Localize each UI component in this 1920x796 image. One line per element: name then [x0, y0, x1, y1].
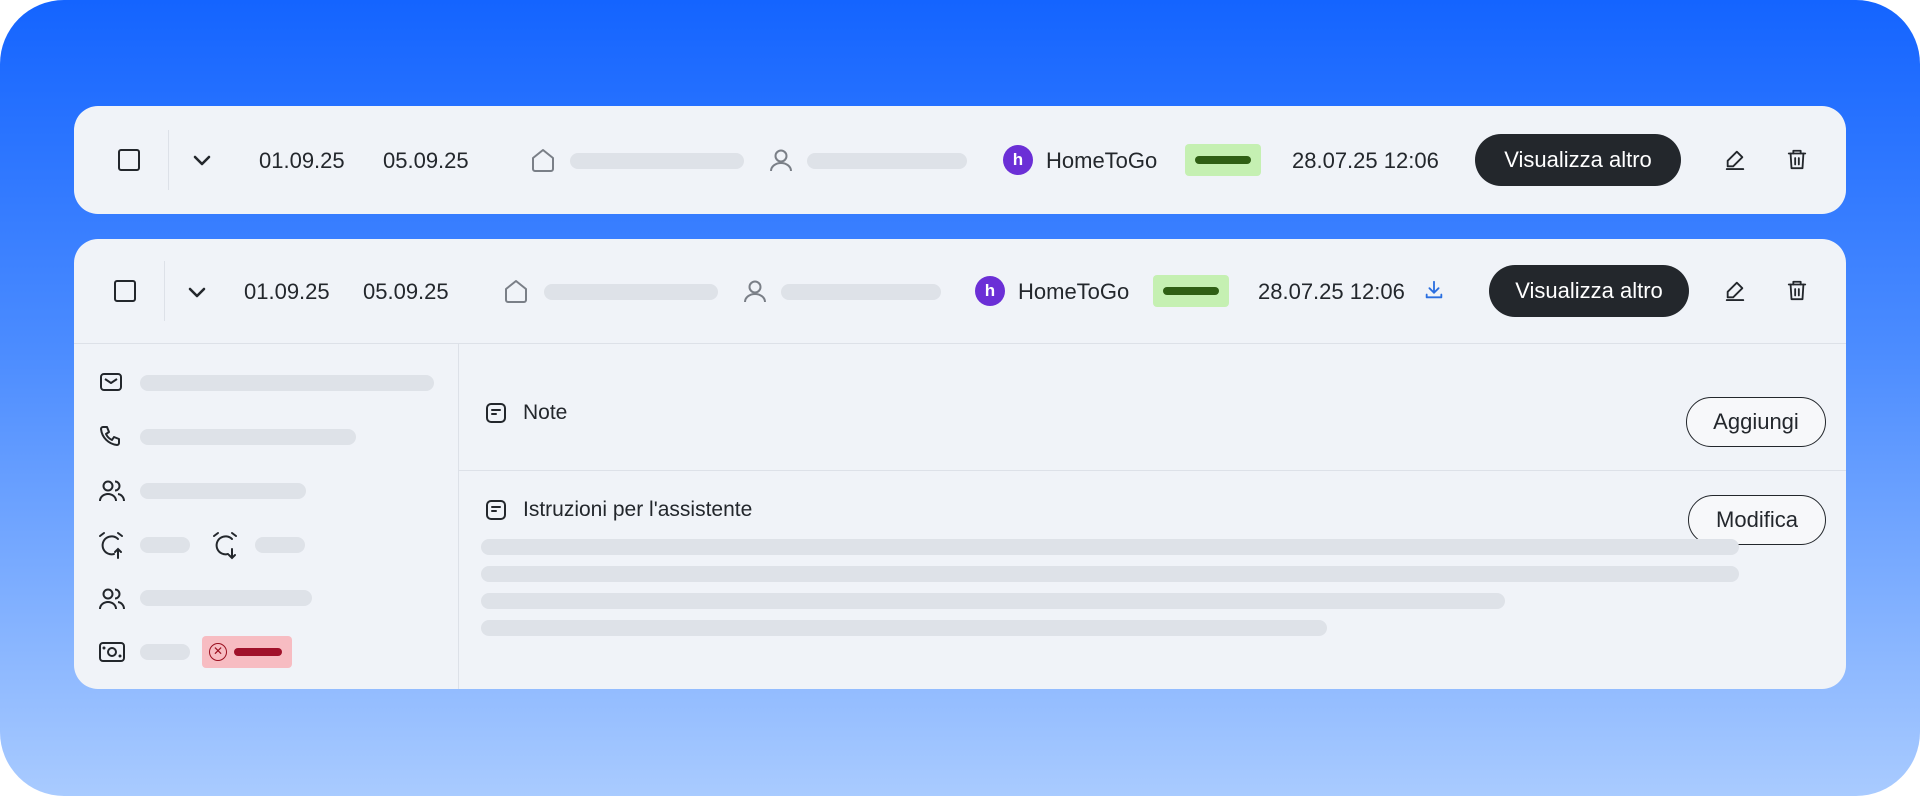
pencil-icon[interactable] — [1724, 279, 1746, 301]
divider — [168, 130, 169, 190]
home-icon — [529, 146, 557, 174]
page-background: 01.09.25 05.09.25 h HomeToGo 28.07.25 12… — [0, 0, 1920, 796]
checkout-date: 05.09.25 — [383, 148, 469, 173]
column-divider — [458, 344, 459, 689]
view-more-button[interactable]: Visualizza altro — [1489, 265, 1689, 317]
payment-status-badge: ✕ — [202, 636, 292, 668]
view-more-button[interactable]: Visualizza altro — [1475, 134, 1681, 186]
add-note-button[interactable]: Aggiungi — [1686, 397, 1826, 447]
guest-name-placeholder — [781, 284, 941, 300]
channel-name: HomeToGo — [1018, 279, 1130, 304]
select-checkbox[interactable] — [118, 149, 140, 171]
booking-row-collapsed[interactable]: 01.09.25 05.09.25 h HomeToGo 28.07.25 12… — [74, 106, 1846, 214]
checkout-date: 05.09.25 — [363, 279, 449, 304]
channel-logo: h — [975, 276, 1005, 306]
note-icon — [484, 401, 508, 425]
property-name-placeholder — [570, 153, 744, 169]
chevron-down-icon[interactable] — [185, 280, 209, 304]
mail-icon — [98, 369, 124, 395]
select-checkbox[interactable] — [114, 280, 136, 302]
status-badge — [1185, 144, 1261, 176]
trash-icon[interactable] — [1786, 148, 1808, 170]
section-divider — [459, 470, 1846, 471]
checkin-time-placeholder — [140, 537, 190, 553]
instructions-text-placeholder — [481, 593, 1505, 609]
guests-count-placeholder — [140, 483, 306, 499]
alarm-up-icon — [96, 530, 126, 560]
trash-icon[interactable] — [1786, 279, 1808, 301]
home-icon — [502, 277, 530, 305]
status-badge — [1153, 275, 1229, 307]
companions-placeholder — [140, 590, 312, 606]
users-icon — [98, 585, 126, 613]
booking-timestamp: 28.07.25 12:06 — [1292, 148, 1439, 173]
pencil-icon[interactable] — [1724, 148, 1746, 170]
instructions-text-placeholder — [481, 539, 1739, 555]
email-placeholder — [140, 375, 434, 391]
guest-name-placeholder — [807, 153, 967, 169]
chevron-down-icon[interactable] — [190, 148, 214, 172]
note-icon — [484, 498, 508, 522]
edit-instructions-button[interactable]: Modifica — [1688, 495, 1826, 545]
checkin-date: 01.09.25 — [244, 279, 330, 304]
guest-details-panel: ✕ — [74, 344, 458, 689]
booking-timestamp: 28.07.25 12:06 — [1258, 279, 1405, 304]
cash-icon — [98, 639, 126, 665]
booking-row-expanded[interactable]: 01.09.25 05.09.25 h HomeToGo 28.07.25 12… — [74, 239, 1846, 689]
channel-name: HomeToGo — [1046, 148, 1158, 173]
property-name-placeholder — [544, 284, 718, 300]
divider — [164, 261, 165, 321]
phone-icon — [98, 424, 124, 450]
user-icon — [741, 277, 769, 305]
instructions-text-placeholder — [481, 566, 1739, 582]
payment-amount-placeholder — [140, 644, 190, 660]
instructions-text-placeholder — [481, 620, 1327, 636]
checkout-time-placeholder — [255, 537, 305, 553]
channel-logo: h — [1003, 145, 1033, 175]
user-icon — [767, 146, 795, 174]
checkin-date: 01.09.25 — [259, 148, 345, 173]
alarm-down-icon — [210, 530, 240, 560]
phone-placeholder — [140, 429, 356, 445]
assistant-instructions-title: Istruzioni per l'assistente — [523, 498, 753, 521]
download-icon[interactable] — [1423, 279, 1445, 301]
users-icon — [98, 477, 126, 505]
notes-title: Note — [523, 401, 568, 424]
